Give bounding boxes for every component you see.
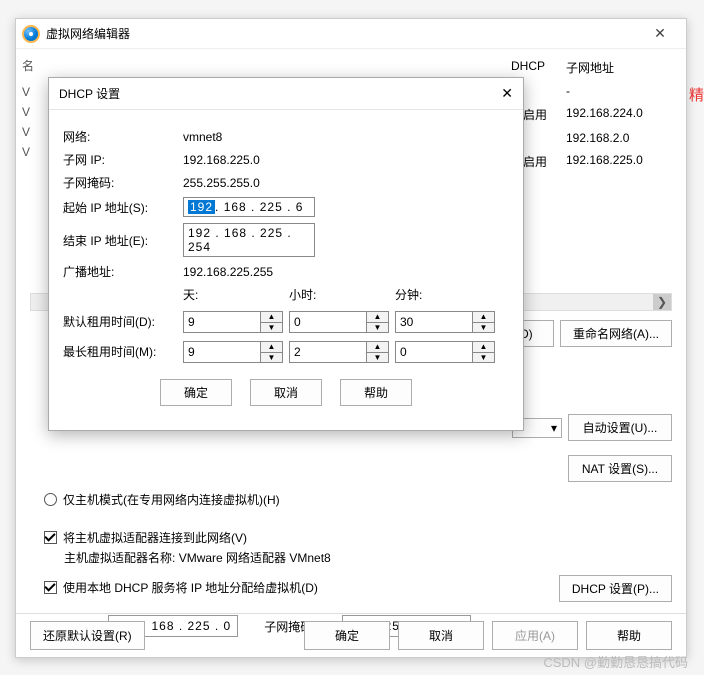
connect-adapter-row[interactable]: 将主机虚拟适配器连接到此网络(V) [44, 529, 247, 546]
mask-value: 255.255.255.0 [183, 176, 260, 190]
spin-up-icon[interactable]: ▲ [473, 342, 494, 353]
chevron-down-icon: ▾ [551, 421, 557, 435]
network-label: 网络: [63, 128, 183, 145]
col-subnet-header: 子网地址 [562, 55, 672, 80]
days-header: 天: [183, 286, 289, 303]
start-ip-selected: 192 [188, 200, 215, 214]
use-dhcp-row[interactable]: 使用本地 DHCP 服务将 IP 地址分配给虚拟机(D) [44, 579, 318, 596]
bg-mark: 精 [689, 84, 704, 105]
cancel-button-main[interactable]: 取消 [398, 621, 484, 650]
adapter-name-label: 主机虚拟适配器名称: [64, 551, 175, 565]
rename-network-button[interactable]: 重命名网络(A)... [560, 320, 672, 347]
spin-down-icon[interactable]: ▼ [261, 323, 282, 333]
bcast-label: 广播地址: [63, 263, 183, 280]
def-hours-input[interactable] [290, 312, 366, 332]
nat-settings-button[interactable]: NAT 设置(S)... [568, 455, 672, 482]
help-button[interactable]: 帮助 [340, 379, 412, 406]
window-title: 虚拟网络编辑器 [46, 25, 130, 42]
close-icon[interactable]: ✕ [640, 25, 680, 42]
virtual-network-editor-window: 虚拟网络编辑器 ✕ 名 V V V V DHCP 子网地址 - 已启用192.1… [15, 18, 687, 658]
hostonly-label: 仅主机模式(在专用网络内连接虚拟机)(H) [63, 491, 280, 508]
end-ip-label: 结束 IP 地址(E): [63, 232, 183, 249]
max-min-input[interactable] [396, 342, 472, 362]
use-dhcp-label: 使用本地 DHCP 服务将 IP 地址分配给虚拟机(D) [63, 579, 318, 596]
side-v: V [22, 145, 30, 159]
title-bar: 虚拟网络编辑器 ✕ [16, 19, 686, 49]
adapter-name-row: 主机虚拟适配器名称: VMware 网络适配器 VMnet8 [64, 549, 331, 566]
start-ip-rest: . 168 . 225 . 6 [215, 200, 303, 214]
cell-subnet: 192.168.224.0 [562, 102, 672, 127]
scroll-right-icon[interactable]: ❯ [653, 294, 671, 310]
def-lease-label: 默认租用时间(D): [63, 313, 183, 330]
help-button-main[interactable]: 帮助 [586, 621, 672, 650]
dhcp-settings-button[interactable]: DHCP 设置(P)... [559, 575, 672, 602]
start-ip-label: 起始 IP 地址(S): [63, 199, 183, 216]
restore-defaults-button[interactable]: 还原默认设置(R) [30, 621, 145, 650]
max-hours-spinner[interactable]: ▲▼ [289, 341, 389, 363]
cell-subnet: 192.168.225.0 [562, 149, 672, 174]
spin-down-icon[interactable]: ▼ [367, 353, 388, 363]
adapter-name-value: VMware 网络适配器 VMnet8 [179, 551, 331, 565]
subnet-ip-value: 192.168.225.0 [183, 153, 260, 167]
auto-settings-button[interactable]: 自动设置(U)... [568, 414, 672, 441]
max-days-spinner[interactable]: ▲▼ [183, 341, 283, 363]
col-name-header: 名 [22, 57, 34, 74]
spin-down-icon[interactable]: ▼ [261, 353, 282, 363]
mask-label: 子网掩码: [63, 174, 183, 191]
minutes-header: 分钟: [395, 286, 501, 303]
vmware-logo-icon [22, 25, 40, 43]
modal-title: DHCP 设置 [59, 85, 120, 102]
spin-down-icon[interactable]: ▼ [473, 353, 494, 363]
spin-up-icon[interactable]: ▲ [473, 312, 494, 323]
apply-button[interactable]: 应用(A) [492, 621, 578, 650]
radio-icon[interactable] [44, 493, 57, 506]
def-days-input[interactable] [184, 312, 260, 332]
checkbox-icon[interactable] [44, 581, 57, 594]
network-value: vmnet8 [183, 130, 222, 144]
end-ip-input[interactable]: 192 . 168 . 225 . 254 [183, 223, 315, 257]
max-hours-input[interactable] [290, 342, 366, 362]
connect-adapter-label: 将主机虚拟适配器连接到此网络(V) [63, 529, 247, 546]
spin-up-icon[interactable]: ▲ [261, 312, 282, 323]
network-table-right: DHCP 子网地址 - 已启用192.168.224.0 192.168.2.0… [507, 85, 672, 174]
hostonly-radio-row[interactable]: 仅主机模式(在专用网络内连接虚拟机)(H) [44, 491, 280, 508]
def-min-input[interactable] [396, 312, 472, 332]
spin-down-icon[interactable]: ▼ [473, 323, 494, 333]
max-days-input[interactable] [184, 342, 260, 362]
watermark: CSDN @勤勤恳恳搞代码 [543, 652, 688, 671]
subnet-ip-label: 子网 IP: [63, 151, 183, 168]
side-v: V [22, 105, 30, 119]
spin-up-icon[interactable]: ▲ [367, 312, 388, 323]
cancel-button[interactable]: 取消 [250, 379, 322, 406]
modal-title-bar: DHCP 设置 ✕ [49, 78, 523, 110]
checkbox-icon[interactable] [44, 531, 57, 544]
max-lease-label: 最长租用时间(M): [63, 343, 183, 360]
spin-up-icon[interactable]: ▲ [261, 342, 282, 353]
bottom-bar: 还原默认设置(R) 确定 取消 应用(A) 帮助 [16, 613, 686, 657]
bcast-value: 192.168.225.255 [183, 265, 273, 279]
def-min-spinner[interactable]: ▲▼ [395, 311, 495, 333]
cell-subnet: - [562, 80, 672, 102]
def-days-spinner[interactable]: ▲▼ [183, 311, 283, 333]
ok-button-main[interactable]: 确定 [304, 621, 390, 650]
def-hours-spinner[interactable]: ▲▼ [289, 311, 389, 333]
max-min-spinner[interactable]: ▲▼ [395, 341, 495, 363]
dhcp-settings-dialog: DHCP 设置 ✕ 网络:vmnet8 子网 IP:192.168.225.0 … [48, 77, 524, 431]
side-v: V [22, 125, 30, 139]
spin-up-icon[interactable]: ▲ [367, 342, 388, 353]
hours-header: 小时: [289, 286, 395, 303]
spin-down-icon[interactable]: ▼ [367, 323, 388, 333]
cell-subnet: 192.168.2.0 [562, 127, 672, 149]
close-icon[interactable]: ✕ [501, 85, 513, 102]
ok-button[interactable]: 确定 [160, 379, 232, 406]
side-v: V [22, 85, 30, 99]
start-ip-input[interactable]: 192. 168 . 225 . 6 [183, 197, 315, 217]
